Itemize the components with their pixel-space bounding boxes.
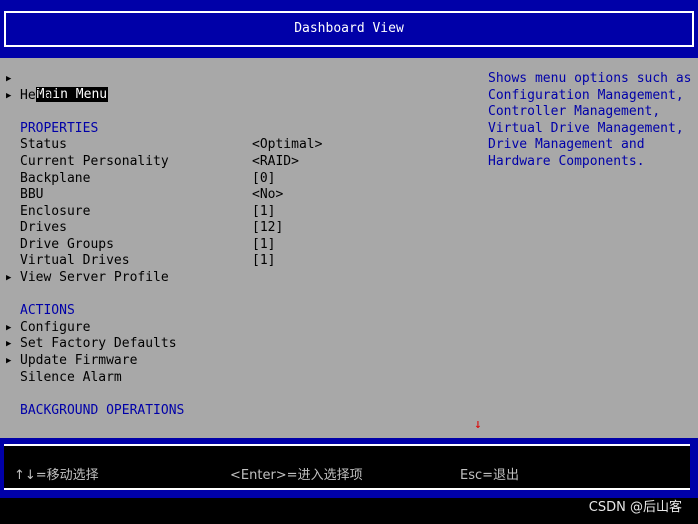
menu-item-set-factory-defaults[interactable]: Set Factory Defaults — [20, 336, 177, 352]
help-text-line: Virtual Drive Management, — [488, 121, 684, 136]
help-text-line: Controller Management, — [488, 104, 661, 119]
section-heading-actions: ACTIONS — [20, 303, 75, 318]
property-label-drive-groups: Drive Groups — [20, 237, 114, 252]
submenu-arrow-icon: ▶ — [6, 74, 12, 84]
property-label-drives: Drives — [20, 220, 67, 235]
page-title: Dashboard View — [294, 21, 404, 36]
status-hint-enter: <Enter>=进入选择项 — [230, 468, 363, 483]
submenu-arrow-icon: ▶ — [6, 91, 12, 101]
property-label-enclosure: Enclosure — [20, 204, 91, 219]
section-heading-properties: PROPERTIES — [20, 121, 99, 136]
help-text-line: Hardware Components. — [488, 154, 645, 169]
help-text-line: Drive Management and — [488, 137, 645, 152]
menu-item-main-menu[interactable]: Main Menu — [20, 71, 109, 102]
property-value-backplane[interactable]: [0] — [252, 171, 275, 187]
property-value-status[interactable]: <Optimal> — [252, 137, 322, 153]
help-text-line: Configuration Management, — [488, 88, 684, 103]
menu-item-update-firmware[interactable]: Update Firmware — [20, 353, 137, 369]
status-hint-esc: Esc=退出 — [460, 468, 520, 483]
menu-item-silence-alarm[interactable]: Silence Alarm — [20, 370, 122, 386]
status-hint-move: ↑↓=移动选择 — [14, 468, 99, 483]
property-value-bbu[interactable]: <No> — [252, 187, 283, 203]
red-down-arrow-icon: ↓ — [474, 417, 482, 432]
help-text-line: Shows menu options such as — [488, 71, 692, 86]
property-value-drives[interactable]: [12] — [252, 220, 283, 236]
property-value-personality[interactable]: <RAID> — [252, 154, 299, 170]
property-value-drive-groups[interactable]: [1] — [252, 237, 275, 253]
submenu-arrow-icon: ▶ — [6, 323, 12, 333]
menu-item-configure[interactable]: Configure — [20, 320, 90, 336]
property-value-enclosure[interactable]: [1] — [252, 204, 275, 220]
submenu-arrow-icon: ▶ — [6, 273, 12, 283]
menu-item-help[interactable]: Help — [20, 88, 51, 104]
watermark: CSDN @后山客 — [588, 500, 682, 515]
menu-item-view-server-profile[interactable]: View Server Profile — [20, 270, 169, 286]
property-label-backplane: Backplane — [20, 171, 91, 186]
property-label-virtual-drives: Virtual Drives — [20, 253, 130, 268]
property-label-bbu: BBU — [20, 187, 44, 202]
submenu-arrow-icon: ▶ — [6, 339, 12, 349]
submenu-arrow-icon: ▶ — [6, 356, 12, 366]
property-label-status: Status — [20, 137, 67, 152]
property-label-personality: Current Personality — [20, 154, 169, 169]
section-heading-background-operations: BACKGROUND OPERATIONS — [20, 403, 185, 418]
property-value-virtual-drives[interactable]: [1] — [252, 253, 275, 269]
